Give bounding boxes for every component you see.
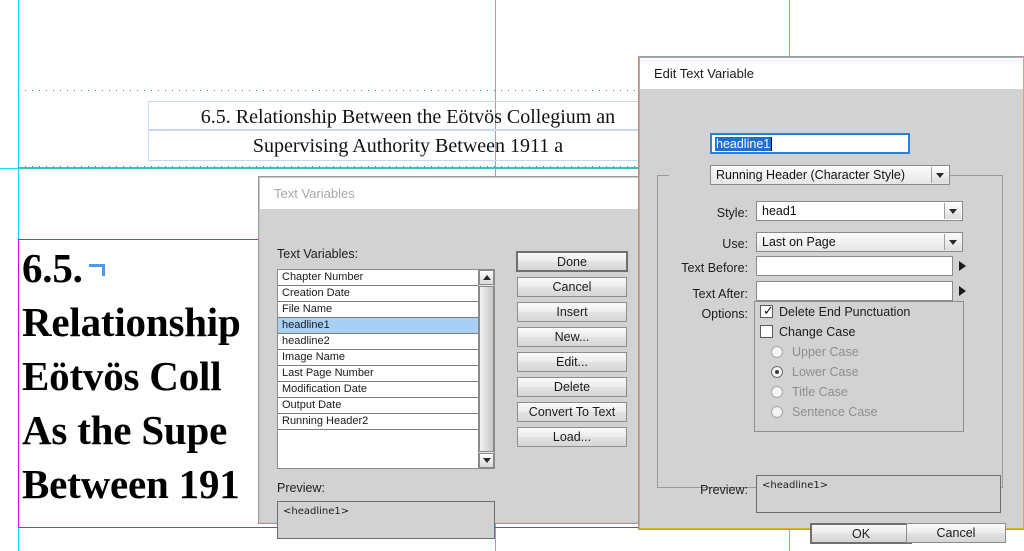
list-item-selected[interactable]: headline1 (278, 318, 478, 334)
style-dropdown[interactable]: head1 (756, 201, 963, 221)
load-button[interactable]: Load... (517, 427, 627, 447)
type-dropdown-value: Running Header (Character Style) (716, 168, 905, 182)
insert-button[interactable]: Insert (517, 302, 627, 322)
list-item[interactable]: headline2 (278, 334, 478, 350)
list-item[interactable]: File Name (278, 302, 478, 318)
type-dropdown[interactable]: Running Header (Character Style) (710, 165, 950, 185)
sentence-case-label[interactable]: Sentence Case (792, 405, 877, 419)
done-button[interactable]: Done (516, 251, 628, 272)
display-headline-text-1: 6.5. (22, 245, 83, 291)
text-before-label: Text Before: (681, 261, 748, 275)
edit-text-variable-title: Edit Text Variable (654, 66, 754, 81)
lower-case-label[interactable]: Lower Case (792, 365, 859, 379)
chevron-down-icon[interactable] (944, 203, 961, 219)
text-after-insert-special-icon[interactable] (959, 286, 966, 296)
delete-end-punctuation-checkbox[interactable]: ✓ (760, 304, 774, 319)
chevron-down-icon[interactable] (944, 234, 961, 250)
edit-button[interactable]: Edit... (517, 352, 627, 372)
scrollbar-thumb[interactable] (479, 286, 494, 452)
checkmark-icon: ✓ (763, 304, 774, 319)
options-label: Options: (701, 307, 748, 321)
paragraph-end-marker-icon (88, 264, 105, 276)
edit-text-variable-title-bar[interactable]: Edit Text Variable (640, 58, 1023, 89)
text-variables-list-label: Text Variables: (277, 247, 359, 261)
list-item[interactable]: Image Name (278, 350, 478, 366)
style-dropdown-value: head1 (762, 204, 797, 218)
scroll-down-arrow-icon[interactable] (479, 453, 494, 468)
list-item[interactable]: Last Page Number (278, 366, 478, 382)
new-button[interactable]: New... (517, 327, 627, 347)
text-variables-list-scrollbar[interactable] (478, 270, 494, 468)
edit-cancel-button[interactable]: Cancel (906, 523, 1006, 543)
chevron-down-icon[interactable] (931, 167, 948, 183)
text-after-label: Text After: (692, 287, 748, 301)
running-head-text: 6.5. Relationship Between the Eötvös Col… (148, 103, 668, 161)
screen: 6.5. Relationship Between the Eötvös Col… (0, 0, 1024, 551)
text-variables-title-bar[interactable]: Text Variables (260, 178, 664, 209)
display-headline-line-1: 6.5. (22, 241, 105, 295)
lower-case-radio[interactable] (771, 366, 783, 378)
scroll-up-arrow-icon[interactable] (479, 270, 494, 285)
type-group-top-right-rule (945, 175, 1003, 176)
delete-button[interactable]: Delete (517, 377, 627, 397)
text-variables-list[interactable]: Chapter Number Creation Date File Name h… (278, 270, 478, 468)
text-variables-preview-box: <headline1> (277, 501, 495, 539)
radio-selected-dot-icon (775, 370, 779, 374)
display-headline-line-3: Eötvös Coll (22, 353, 222, 399)
text-before-input[interactable] (756, 256, 953, 276)
text-variables-body: Text Variables: Chapter Number Creation … (260, 209, 664, 539)
text-variables-dialog[interactable]: Text Variables Text Variables: Chapter N… (259, 177, 665, 539)
change-case-label[interactable]: Change Case (779, 325, 855, 339)
running-head-line-2: Supervising Authority Between 1911 a (252, 135, 564, 157)
display-headline-line-5: Between 191 (22, 461, 240, 507)
display-headline-line-2: Relationship (22, 299, 241, 345)
edit-preview-box: <headline1> (756, 475, 1001, 513)
name-input[interactable]: headline1 (710, 133, 910, 154)
edit-text-variable-body: Name: headline1 Type: Running Header (Ch… (640, 89, 1023, 544)
list-item[interactable]: Modification Date (278, 382, 478, 398)
text-before-insert-special-icon[interactable] (959, 261, 966, 271)
list-item[interactable]: Running Header2 (278, 414, 478, 430)
ok-button[interactable]: OK (810, 523, 912, 544)
edit-preview-label: Preview: (700, 483, 748, 497)
delete-end-punctuation-label[interactable]: Delete End Punctuation (779, 305, 910, 319)
cancel-button[interactable]: Cancel (517, 277, 627, 297)
text-variables-preview-label: Preview: (277, 481, 325, 495)
text-variables-listbox[interactable]: Chapter Number Creation Date File Name h… (277, 269, 495, 469)
sentence-case-radio[interactable] (771, 406, 783, 418)
use-dropdown[interactable]: Last on Page (756, 232, 963, 252)
display-headline-line-4: As the Supe (22, 407, 228, 453)
title-case-radio[interactable] (771, 386, 783, 398)
running-head-line-1: 6.5. Relationship Between the Eötvös Col… (200, 106, 616, 128)
upper-case-label[interactable]: Upper Case (792, 345, 859, 359)
change-case-checkbox[interactable] (760, 325, 773, 338)
list-item[interactable]: Output Date (278, 398, 478, 414)
upper-case-radio[interactable] (771, 346, 783, 358)
list-item[interactable]: Chapter Number (278, 270, 478, 286)
edit-text-variable-dialog[interactable]: Edit Text Variable Name: headline1 Type:… (639, 57, 1024, 544)
text-variables-title: Text Variables (274, 186, 355, 201)
use-label: Use: (722, 237, 748, 251)
list-item[interactable]: Creation Date (278, 286, 478, 302)
text-after-input[interactable] (756, 281, 953, 301)
name-input-value: headline1 (715, 136, 772, 151)
convert-to-text-button[interactable]: Convert To Text (517, 402, 627, 422)
use-dropdown-value: Last on Page (762, 235, 836, 249)
title-case-label[interactable]: Title Case (792, 385, 848, 399)
style-label: Style: (716, 206, 748, 220)
